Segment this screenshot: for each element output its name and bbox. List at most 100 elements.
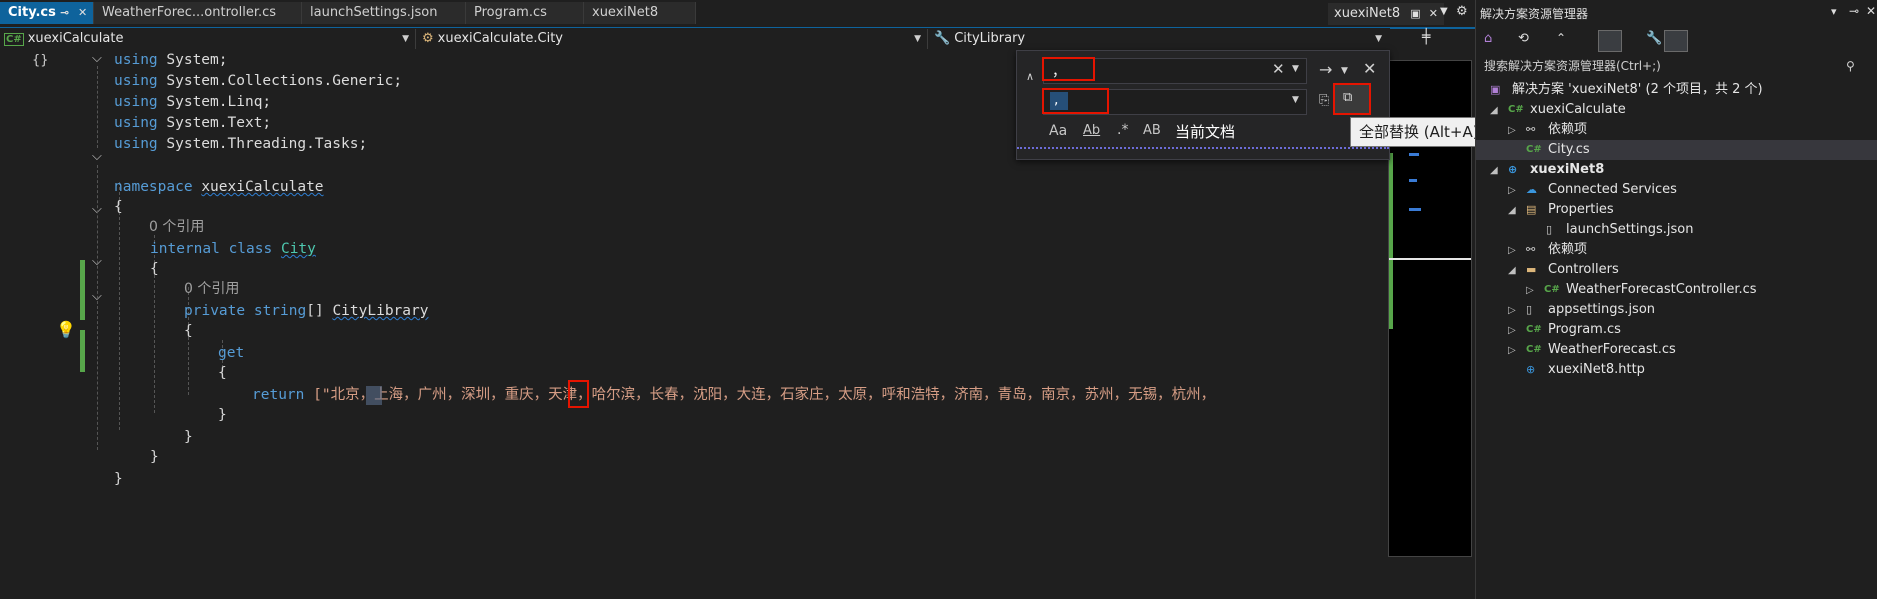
code-line: using System.Text;	[114, 113, 271, 133]
code-line: {	[114, 197, 123, 217]
namespace-ref: System.Threading.Tasks;	[166, 136, 368, 152]
collapsed-icon[interactable]: ▷	[1508, 321, 1516, 341]
tab-xuexinet8[interactable]: xuexiNet8	[584, 2, 696, 24]
csproj-icon: C#	[1508, 104, 1524, 115]
scroll-position-line	[1389, 258, 1471, 260]
chevron-up-icon[interactable]: ∧	[1026, 67, 1034, 87]
code-line: {	[218, 363, 227, 383]
tab-launchsettings[interactable]: launchSettings.json	[302, 2, 466, 24]
chevron-down-icon[interactable]: ▼	[1292, 64, 1299, 74]
tree-item-city-cs[interactable]: C# City.cs	[1476, 140, 1877, 160]
tree-item-dependencies[interactable]: ▷ ⚯ 依赖项	[1476, 120, 1877, 140]
panel-title: 解决方案资源管理器	[1480, 7, 1589, 21]
tree-item-weatherforecastcontroller[interactable]: ▷ C# WeatherForecastController.cs	[1476, 280, 1877, 300]
current-match-highlight	[366, 386, 382, 405]
tree-item-solution[interactable]: ▣ 解决方案 'xuexiNet8' (2 个项目，共 2 个)	[1476, 80, 1877, 100]
tree-item-properties[interactable]: ◢ ▤ Properties	[1476, 200, 1877, 220]
collapsed-icon[interactable]: ▷	[1526, 281, 1534, 301]
tree-item-connected-services[interactable]: ▷ ☁ Connected Services	[1476, 180, 1877, 200]
collapsed-icon[interactable]: ▷	[1508, 121, 1516, 141]
split-editor-icon[interactable]: ╪	[1422, 29, 1430, 45]
preserve-case-option[interactable]: AB	[1143, 123, 1161, 138]
tree-item-label: xuexiNet8.http	[1548, 362, 1645, 377]
chevron-down-icon[interactable]: ▼	[1292, 95, 1299, 105]
dependencies-icon: ⚯	[1526, 123, 1536, 136]
tree-item-weatherforecast[interactable]: ▷ C# WeatherForecast.cs	[1476, 340, 1877, 360]
match-case-option[interactable]: Aa	[1049, 123, 1067, 139]
close-icon[interactable]: ✕	[1272, 60, 1285, 78]
chevron-down-icon[interactable]: ▼	[1341, 61, 1348, 81]
annotation-box-find	[1042, 57, 1095, 81]
tab-city-cs[interactable]: City.cs ⊸ ✕	[0, 2, 94, 24]
collapse-icon[interactable]: ⌵	[92, 147, 102, 167]
codelens-references[interactable]: 0 个引用	[184, 279, 239, 299]
project-dropdown[interactable]: C# xuexiCalculate ▼	[0, 29, 416, 49]
tree-item-http-file[interactable]: ⊕ xuexiNet8.http	[1476, 360, 1877, 380]
brace: {	[150, 261, 159, 277]
find-replace-widget: ∧ ， ✕ ▼ → ▼ ✕ , ▼ ⎘ ⧉ Aa Ab .* AB 当前文档	[1016, 50, 1390, 160]
csharp-file-icon: C#	[1544, 284, 1560, 295]
expanded-icon[interactable]: ◢	[1490, 161, 1498, 181]
home-icon[interactable]: ⌂	[1484, 31, 1492, 46]
resize-grip[interactable]	[1017, 147, 1389, 149]
pin-icon[interactable]: ⊸	[60, 2, 69, 24]
lightbulb-icon[interactable]: 💡	[56, 320, 76, 339]
tree-item-xuexinet8[interactable]: ◢ ⊕ xuexiNet8	[1476, 160, 1877, 180]
close-icon[interactable]: ✕	[1363, 59, 1376, 79]
keyword: return	[252, 387, 305, 403]
search-scope-dropdown[interactable]: 当前文档	[1175, 121, 1235, 142]
whole-word-option[interactable]: Ab	[1083, 123, 1100, 138]
replace-next-icon[interactable]: ⎘	[1319, 91, 1329, 111]
dependencies-icon: ⚯	[1526, 243, 1536, 256]
panel-options-icon[interactable]: ▾	[1831, 5, 1837, 18]
tree-item-label: Controllers	[1548, 262, 1619, 277]
tree-item-dependencies-2[interactable]: ▷ ⚯ 依赖项	[1476, 240, 1877, 260]
tab-weatherforecastcontroller[interactable]: WeatherForec...ontroller.cs	[94, 2, 302, 24]
expanded-icon[interactable]: ◢	[1508, 261, 1516, 281]
preview-icon[interactable]	[1664, 30, 1688, 52]
search-icon[interactable]: ⚲	[1846, 56, 1855, 76]
class-name: City	[280, 241, 316, 257]
pin-icon[interactable]: ▣	[1410, 7, 1420, 20]
close-icon[interactable]: ✕	[1866, 4, 1876, 18]
tree-item-xuexicalculate[interactable]: ◢ C# xuexiCalculate	[1476, 100, 1877, 120]
tree-item-label: Program.cs	[1548, 322, 1621, 337]
tree-item-launchsettings[interactable]: ▯ launchSettings.json	[1476, 220, 1877, 240]
tree-item-controllers[interactable]: ◢ ▬ Controllers	[1476, 260, 1877, 280]
gear-icon[interactable]: ⚙	[1456, 4, 1468, 19]
collapsed-icon[interactable]: ▷	[1508, 301, 1516, 321]
codelens-references[interactable]: 0 个引用	[149, 217, 204, 237]
expanded-icon[interactable]: ◢	[1508, 201, 1516, 221]
history-icon[interactable]: ⟲	[1518, 31, 1529, 46]
regex-option[interactable]: .*	[1117, 122, 1128, 138]
member-dropdown[interactable]: 🔧 CityLibrary ▼	[930, 29, 1390, 49]
expanded-icon[interactable]: ◢	[1490, 101, 1498, 121]
type-dropdown[interactable]: ⚙ xuexiCalculate.City ▼	[418, 29, 928, 49]
keyword: using	[114, 136, 158, 152]
collapse-all-icon[interactable]: ⌃	[1556, 31, 1566, 45]
keyword: private	[184, 303, 246, 319]
tab-list-dropdown-icon[interactable]: ▼	[1440, 6, 1448, 17]
collapsed-icon[interactable]: ▷	[1508, 341, 1516, 361]
tab-program-cs[interactable]: Program.cs	[466, 2, 584, 24]
keyword: using	[114, 73, 158, 89]
find-next-icon[interactable]: →	[1319, 60, 1332, 80]
brace: {	[114, 199, 123, 215]
collapsed-icon[interactable]: ▷	[1508, 181, 1516, 201]
wrench-icon[interactable]: 🔧	[1646, 31, 1662, 46]
pin-icon[interactable]: ⊸	[1849, 4, 1859, 18]
collapsed-icon[interactable]: ▷	[1508, 241, 1516, 261]
close-icon[interactable]: ✕	[78, 2, 87, 24]
class-icon: ⚙	[422, 31, 434, 46]
code-line: using System;	[114, 50, 228, 70]
close-icon[interactable]: ✕	[1429, 7, 1438, 20]
solution-search-input[interactable]: 搜索解决方案资源管理器(Ctrl+;) ⚲	[1476, 56, 1877, 76]
tab-right-project[interactable]: xuexiNet8 ▣ ✕	[1328, 3, 1445, 25]
tree-item-label: xuexiCalculate	[1530, 102, 1626, 117]
tree-item-appsettings[interactable]: ▷ ▯ appsettings.json	[1476, 300, 1877, 320]
tree-item-program-cs[interactable]: ▷ C# Program.cs	[1476, 320, 1877, 340]
annotation-box-replace-all	[1333, 83, 1371, 115]
code-line: }	[150, 447, 159, 467]
braces-margin-icon: {}	[32, 53, 49, 68]
sync-icon[interactable]	[1598, 30, 1622, 52]
